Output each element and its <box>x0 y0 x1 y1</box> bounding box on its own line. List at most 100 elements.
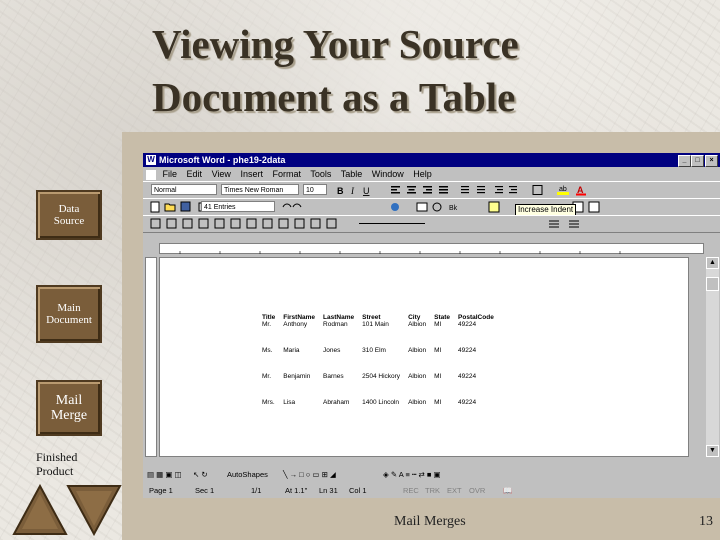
menu-help[interactable]: Help <box>413 169 432 179</box>
scroll-down-icon[interactable]: ▼ <box>706 445 719 457</box>
vertical-scrollbar[interactable]: ▲ ▼ <box>706 257 719 457</box>
maximize-button[interactable]: □ <box>691 155 704 167</box>
slide-title-line1: Viewing Your Source <box>152 21 519 67</box>
status-ext[interactable]: EXT <box>447 485 462 497</box>
drawing-toolbar: ▤ ▦ ▣ ◫ ↖ ↻ AutoShapes ╲ → □ ○ ▭ ⊞ ◢ ◈ ✎… <box>143 467 720 483</box>
format-buttons-icon[interactable]: B I U ab A <box>333 184 713 196</box>
menu-window[interactable]: Window <box>372 169 404 179</box>
status-position: 1/1 <box>251 486 262 495</box>
svg-text:Bk: Bk <box>449 205 458 212</box>
table-cell: MI <box>434 321 442 328</box>
table-header: FirstName <box>283 314 316 321</box>
table-cell: 101 Main <box>362 321 389 328</box>
mail-merge-field-dropdown[interactable]: 41 Entries <box>201 201 275 212</box>
table-cell: 49224 <box>458 399 477 406</box>
table-cell: Lisa <box>283 399 296 406</box>
draw-tools-icon[interactable]: ↖ ↻ <box>193 467 208 483</box>
status-column: Col 1 <box>349 486 367 495</box>
color-tools-icon[interactable]: ◈ ✎ A ≡ ┅ ⇄ ■ ▣ <box>383 467 441 483</box>
data-source-button[interactable]: Data Source <box>36 190 102 240</box>
status-page: Page 1 <box>149 486 173 495</box>
menu-insert[interactable]: Insert <box>240 169 263 179</box>
table-cell: Jones <box>323 347 341 354</box>
table-cell: Ms. <box>262 347 273 354</box>
slide-title: Viewing Your Source Document as a Table <box>152 18 712 124</box>
table-header: Street <box>362 314 381 321</box>
status-rec[interactable]: REC <box>403 485 419 497</box>
data-source-label-2: Source <box>53 215 85 227</box>
word-titlebar: W Microsoft Word - phe19-2data _ □ × <box>143 153 720 167</box>
table-cell: MI <box>434 399 442 406</box>
menu-tools[interactable]: Tools <box>310 169 331 179</box>
table-cell: Benjamin <box>283 373 311 380</box>
word-window: W Microsoft Word - phe19-2data _ □ × File… <box>143 153 720 498</box>
svg-text:B: B <box>337 186 344 196</box>
ruler-ticks-icon <box>179 251 621 254</box>
table-row: Mr. Benjamin Barnes 2504 Hickory Albion … <box>258 373 498 399</box>
mail-merge-label-2: Merge <box>50 408 88 423</box>
standard-toolbar: Bk 41 Entries <box>143 198 720 216</box>
shape-tools-icon[interactable]: ╲ → □ ○ ▭ ⊞ ◢ <box>283 467 336 483</box>
table-cell: Mr. <box>262 321 272 328</box>
menu-file[interactable]: File <box>163 169 178 179</box>
status-ovr[interactable]: OVR <box>469 485 485 497</box>
main-document-button[interactable]: Main Document <box>36 285 102 343</box>
table-cell: Mrs. <box>262 399 275 406</box>
table-row: Ms. Maria Jones 310 Elm Albion MI 49224 <box>258 347 498 373</box>
table-header-row: Title FirstName LastName Street City Sta… <box>258 314 498 321</box>
status-trk[interactable]: TRK <box>425 485 440 497</box>
menu-view[interactable]: View <box>212 169 231 179</box>
table-cell: Mr. <box>262 373 272 380</box>
formatting-toolbar: Normal Times New Roman 10 B I U ab A <box>143 181 720 199</box>
previous-arrow-icon[interactable] <box>12 484 68 536</box>
mail-merge-label-1: Mail <box>55 392 83 408</box>
style-dropdown[interactable]: Normal <box>151 184 217 195</box>
svg-text:ab: ab <box>559 186 567 193</box>
document-area[interactable]: Title FirstName LastName Street City Sta… <box>159 257 689 457</box>
table-cell: 2504 Hickory <box>362 373 401 380</box>
data-source-label-1: Data <box>58 202 80 215</box>
font-size-dropdown[interactable]: 10 <box>303 184 327 195</box>
view-buttons-icon[interactable]: ▤ ▦ ▣ ◫ <box>147 467 182 483</box>
table-cell: Maria <box>283 347 300 354</box>
slide-number: 13 <box>699 514 713 529</box>
horizontal-ruler[interactable] <box>159 243 704 254</box>
mail-merge-button[interactable]: Mail Merge <box>36 380 102 436</box>
autoshapes-button[interactable]: AutoShapes <box>227 467 268 483</box>
scroll-thumb[interactable] <box>706 277 719 291</box>
menu-edit[interactable]: Edit <box>187 169 203 179</box>
menu-table[interactable]: Table <box>341 169 363 179</box>
data-source-table: Title FirstName LastName Street City Sta… <box>258 314 498 425</box>
slide-title-line2: Document as a Table <box>152 74 516 120</box>
table-cell: MI <box>434 347 442 354</box>
table-cell: 49224 <box>458 321 477 328</box>
minimize-button[interactable]: _ <box>678 155 691 167</box>
table-header: LastName <box>323 314 355 321</box>
table-cell: Abraham <box>323 399 350 406</box>
table-header: PostalCode <box>458 314 494 321</box>
table-cell: 1400 Lincoln <box>362 399 399 406</box>
svg-text:U: U <box>363 186 370 196</box>
next-arrow-icon[interactable] <box>66 484 122 536</box>
menu-bar: File Edit View Insert Format Tools Table… <box>143 167 720 181</box>
main-document-label-1: Main <box>57 301 81 314</box>
footer-title: Mail Merges <box>394 514 466 529</box>
doc-icon[interactable] <box>146 169 156 180</box>
status-line: Ln 31 <box>319 486 338 495</box>
vertical-ruler[interactable] <box>145 257 157 457</box>
scroll-up-icon[interactable]: ▲ <box>706 257 719 269</box>
tables-toolbar <box>143 215 720 233</box>
table-cell: Albion <box>408 321 427 328</box>
border-style-dropdown[interactable] <box>357 218 437 229</box>
table-cell: Barnes <box>323 373 344 380</box>
font-dropdown[interactable]: Times New Roman <box>221 184 299 195</box>
word-window-title: Microsoft Word - phe19-2data <box>159 155 286 165</box>
table-cell: 49224 <box>458 373 477 380</box>
table-cell: MI <box>434 373 442 380</box>
table-cell: 49224 <box>458 347 477 354</box>
spelling-status-icon[interactable]: 📖 <box>503 485 512 497</box>
menu-format[interactable]: Format <box>272 169 301 179</box>
main-document-label-2: Document <box>46 314 92 326</box>
svg-text:I: I <box>350 186 355 196</box>
close-button[interactable]: × <box>705 155 718 167</box>
